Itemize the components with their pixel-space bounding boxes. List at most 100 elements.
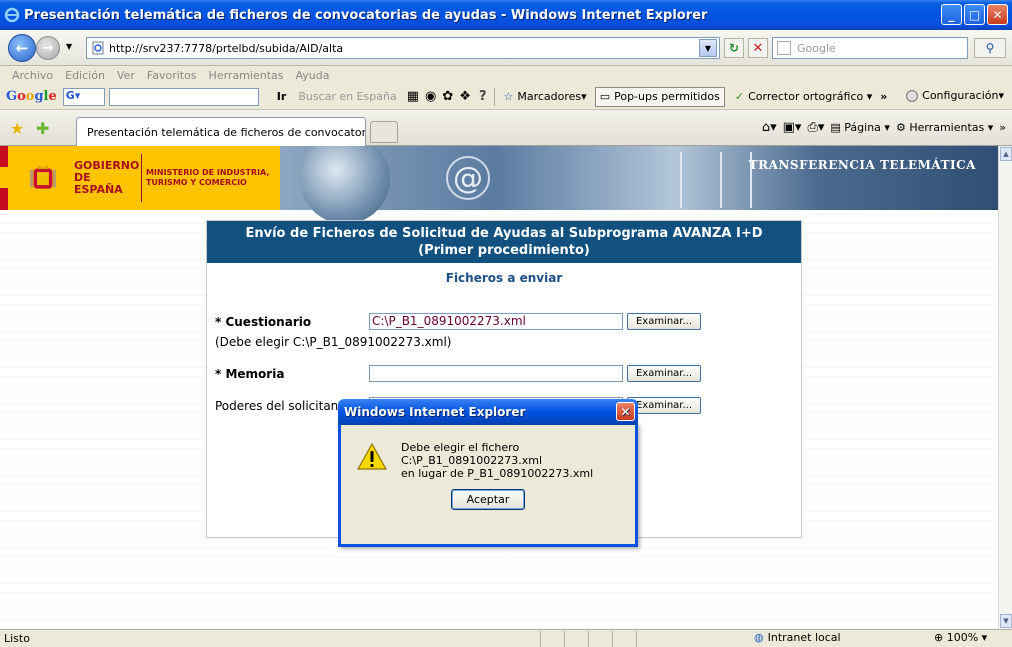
popup-window-icon: ▭ bbox=[599, 90, 611, 103]
spellcheck-icon: ✓ bbox=[734, 90, 745, 103]
zoom-icon: ⊕ bbox=[934, 631, 944, 644]
coat-of-arms-icon bbox=[30, 165, 56, 189]
window-title: Presentación telemática de ficheros de c… bbox=[24, 7, 708, 23]
menu-edicion[interactable]: Edición bbox=[59, 69, 111, 82]
field-row-cuestionario: * Cuestionario C:\P_B1_0891002273.xml Ex… bbox=[215, 313, 795, 330]
google-logo: Google bbox=[6, 89, 57, 104]
menu-bar: Archivo Edición Ver Favoritos Herramient… bbox=[0, 66, 1012, 84]
google-menu-dropdown[interactable]: G▾ bbox=[62, 87, 105, 106]
government-logo-block: GOBIERNO DE ESPAÑA MINISTERIO DE INDUSTR… bbox=[8, 146, 280, 210]
menu-favoritos[interactable]: Favoritos bbox=[141, 69, 203, 82]
home-icon[interactable]: ⌂▾ bbox=[762, 120, 777, 135]
scroll-up-icon[interactable]: ▲ bbox=[1000, 147, 1012, 161]
bookmarks-button[interactable]: ☆ Marcadores▾ bbox=[503, 90, 586, 103]
menu-ayuda[interactable]: Ayuda bbox=[289, 69, 335, 82]
intranet-globe-icon: ◍ bbox=[754, 631, 764, 644]
security-zone[interactable]: ◍ Intranet local bbox=[754, 631, 841, 644]
tab-label: Presentación telemática de ficheros de c… bbox=[87, 125, 366, 139]
government-name: GOBIERNO DE ESPAÑA bbox=[73, 159, 140, 196]
vertical-scrollbar[interactable]: ▲ ▼ bbox=[998, 146, 1012, 629]
page-icon bbox=[92, 41, 104, 55]
banner-decoration: @ bbox=[280, 146, 998, 224]
refresh-button[interactable]: ↻ bbox=[724, 38, 744, 58]
dialog-title-bar[interactable]: Windows Internet Explorer ✕ bbox=[338, 399, 638, 425]
add-favorite-icon[interactable]: ✚ bbox=[36, 119, 49, 138]
search-input[interactable]: Google bbox=[772, 37, 968, 59]
spain-flag-strip bbox=[0, 146, 8, 210]
command-overflow-button[interactable]: » bbox=[999, 121, 1006, 134]
site-header-banner: GOBIERNO DE ESPAÑA MINISTERIO DE INDUSTR… bbox=[0, 146, 998, 224]
ministry-name: MINISTERIO DE INDUSTRIA, TURISMO Y COMER… bbox=[145, 168, 270, 187]
form-heading: Envío de Ficheros de Solicitud de Ayudas… bbox=[207, 221, 801, 263]
feeds-icon[interactable]: ▣▾ bbox=[783, 120, 802, 135]
window-title-bar[interactable]: Presentación telemática de ficheros de c… bbox=[0, 0, 1012, 30]
dialog-message: Debe elegir el fichero C:\P_B1_089100227… bbox=[401, 441, 594, 480]
stop-button[interactable]: ✕ bbox=[748, 38, 768, 58]
settings-icon bbox=[906, 89, 919, 102]
cuestionario-browse-button[interactable]: Examinar... bbox=[627, 313, 701, 330]
aceptar-button[interactable]: Aceptar bbox=[451, 489, 525, 510]
address-url: http://srv237:7778/prtelbd/subida/AID/al… bbox=[109, 41, 344, 55]
wind-turbine-icon bbox=[720, 152, 722, 208]
menu-herramientas[interactable]: Herramientas bbox=[203, 69, 290, 82]
wind-turbine-icon bbox=[680, 152, 682, 208]
search-placeholder: Google bbox=[797, 41, 836, 55]
news-icon[interactable]: ▦ bbox=[407, 89, 419, 104]
magnifier-icon: ⚲ bbox=[985, 41, 995, 55]
gadgets-icon[interactable]: ✿ bbox=[442, 89, 453, 104]
memoria-browse-button[interactable]: Examinar... bbox=[627, 365, 701, 382]
recent-pages-dropdown-icon[interactable]: ▼ bbox=[66, 42, 72, 51]
tools-menu-button[interactable]: ⚙ Herramientas ▾ bbox=[896, 121, 993, 134]
page-menu-button[interactable]: ▤ Página ▾ bbox=[830, 121, 890, 134]
minimize-button[interactable]: _ bbox=[941, 4, 962, 25]
banner-title: TRANSFERENCIA TELEMÁTICA bbox=[748, 158, 976, 172]
page-icon: ▤ bbox=[830, 121, 841, 134]
search-button[interactable]: ⚲ bbox=[974, 38, 1006, 58]
zoom-dropdown-icon: ▾ bbox=[981, 631, 988, 644]
google-search-region-button[interactable]: Buscar en España bbox=[298, 90, 396, 103]
google-search-field[interactable] bbox=[108, 87, 259, 106]
zoom-level[interactable]: ⊕ 100% ▾ bbox=[934, 631, 987, 644]
spellcheck-button[interactable]: ✓ Corrector ortográfico ▾ bbox=[735, 90, 872, 103]
menu-archivo[interactable]: Archivo bbox=[6, 69, 59, 82]
maximize-button[interactable]: □ bbox=[964, 4, 985, 25]
poderes-browse-button[interactable]: Examinar... bbox=[627, 397, 701, 414]
star-outline-icon: ☆ bbox=[503, 90, 514, 103]
page-viewport: GOBIERNO DE ESPAÑA MINISTERIO DE INDUSTR… bbox=[0, 146, 998, 629]
gear-icon: ⚙ bbox=[895, 121, 906, 134]
tab-bar: ★ ✚ Presentación telemática de ficheros … bbox=[0, 110, 1012, 146]
puzzle-icon[interactable]: ❖ bbox=[459, 89, 471, 104]
dialog-close-button[interactable]: ✕ bbox=[616, 402, 635, 421]
close-window-button[interactable]: ✕ bbox=[987, 4, 1008, 25]
favorites-star-icon[interactable]: ★ bbox=[10, 119, 24, 138]
scroll-down-icon[interactable]: ▼ bbox=[1000, 614, 1012, 628]
internet-explorer-icon bbox=[4, 7, 20, 23]
google-toolbar: Google G▾ Ir Buscar en España ▦ ◉ ✿ ❖ ? … bbox=[0, 84, 1012, 110]
memoria-label: * Memoria bbox=[215, 366, 285, 381]
back-button[interactable]: ← bbox=[8, 34, 36, 62]
google-search-icon bbox=[777, 41, 791, 55]
popups-allowed-button[interactable]: ▭ Pop-ups permitidos bbox=[594, 86, 725, 107]
menu-ver[interactable]: Ver bbox=[111, 69, 141, 82]
pagerank-icon[interactable]: ◉ bbox=[425, 89, 436, 104]
toolbar-overflow-button[interactable]: » bbox=[880, 90, 887, 103]
command-bar: ⌂▾ ▣▾ ⎙▾ ▤ Página ▾ ⚙ Herramientas ▾ » bbox=[762, 120, 1006, 135]
dialog-title: Windows Internet Explorer bbox=[344, 405, 526, 419]
google-go-button[interactable]: Ir bbox=[277, 90, 287, 103]
cuestionario-hint: (Debe elegir C:\P_B1_0891002273.xml) bbox=[215, 335, 452, 349]
address-dropdown-icon[interactable]: ▼ bbox=[699, 39, 717, 57]
print-icon[interactable]: ⎙▾ bbox=[807, 120, 824, 135]
help-icon[interactable]: ? bbox=[479, 89, 487, 104]
tab-active[interactable]: Presentación telemática de ficheros de c… bbox=[76, 117, 366, 146]
memoria-file-input[interactable] bbox=[369, 365, 623, 382]
address-input[interactable]: http://srv237:7778/prtelbd/subida/AID/al… bbox=[86, 37, 720, 59]
address-toolbar: ← → ▼ http://srv237:7778/prtelbd/subida/… bbox=[0, 30, 1012, 66]
new-tab-button[interactable] bbox=[370, 121, 398, 143]
field-row-memoria: * Memoria Examinar... bbox=[215, 365, 795, 382]
forward-button[interactable]: → bbox=[36, 36, 60, 60]
globe-icon bbox=[300, 146, 390, 224]
settings-button[interactable]: Configuración▾ bbox=[906, 89, 1004, 102]
status-bar: Listo ◍ Intranet local ⊕ 100% ▾ bbox=[0, 629, 1012, 647]
cuestionario-file-input[interactable]: C:\P_B1_0891002273.xml bbox=[369, 313, 623, 330]
status-text: Listo bbox=[4, 632, 30, 645]
